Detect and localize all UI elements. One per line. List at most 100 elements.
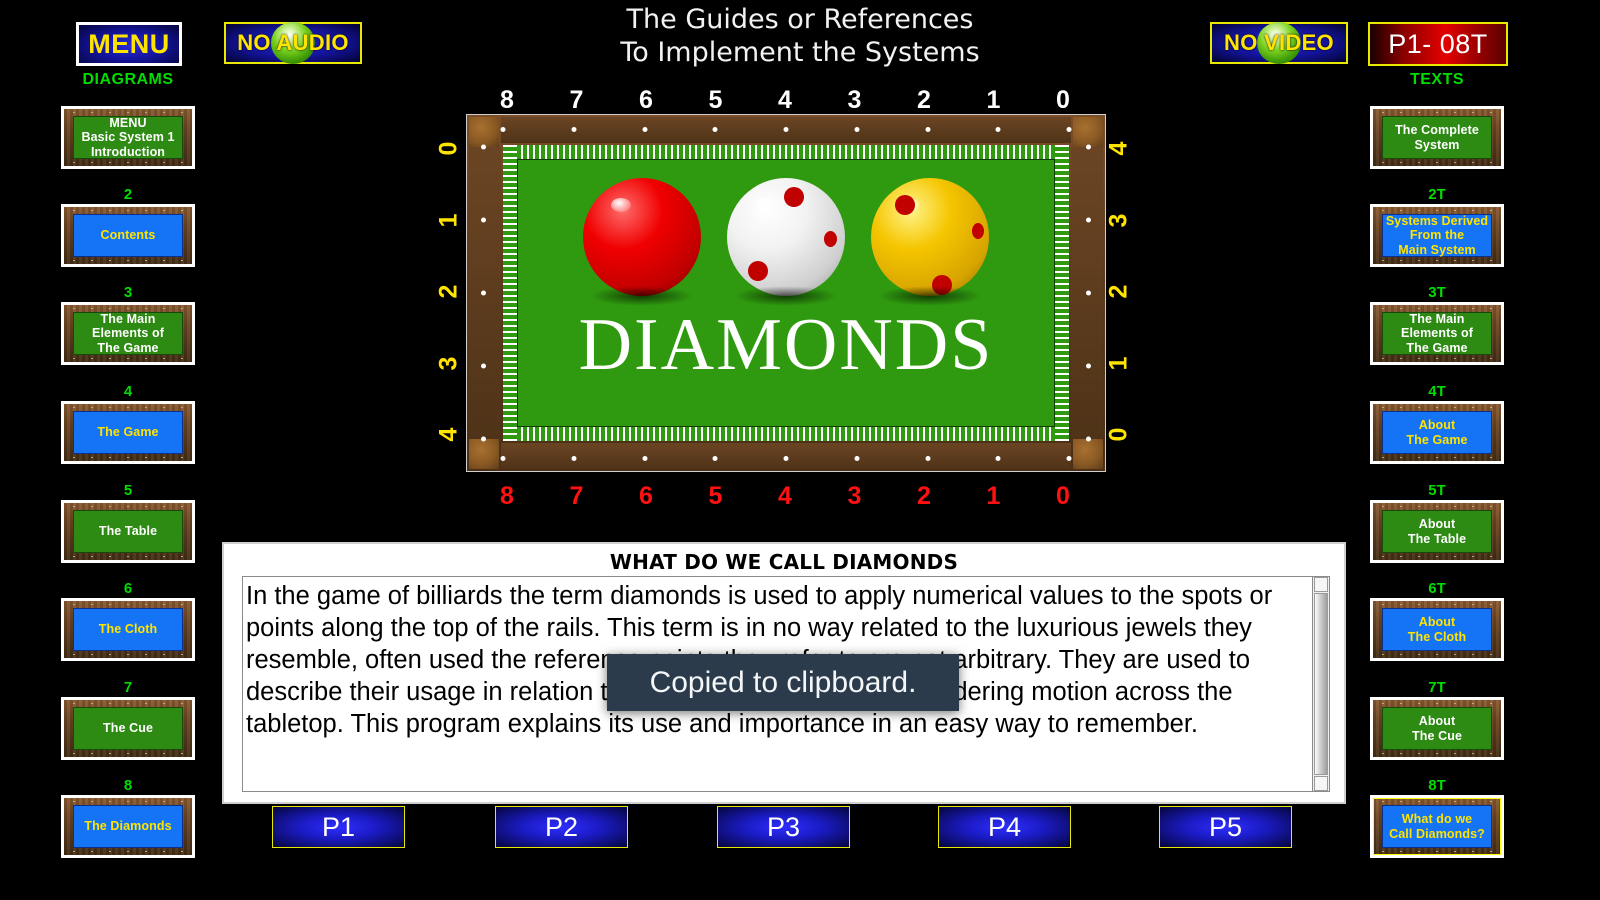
- diagram-sidebar-entry: 7 The Cue: [53, 679, 203, 760]
- diagram-item-the-table[interactable]: The Table: [61, 500, 195, 563]
- no-video-label: NO VIDEO: [1224, 30, 1334, 55]
- text-panel-scrollbar[interactable]: [1312, 577, 1329, 791]
- diamond-number: 1: [1104, 349, 1132, 378]
- diamonds-caption: DIAMONDS: [578, 304, 994, 386]
- text-item-number: 7T: [1428, 679, 1446, 696]
- page-button-p2[interactable]: P2: [495, 806, 628, 848]
- diagram-item-contents[interactable]: Contents: [61, 204, 195, 267]
- text-item-systems-derived-from-the-main-system[interactable]: Systems Derived From the Main System: [1370, 204, 1504, 267]
- diamond-number-label: 3: [434, 356, 463, 370]
- red-ball-highlight: [611, 198, 632, 213]
- menu-button-label: MENU: [88, 28, 170, 59]
- text-item-the-complete-system[interactable]: The Complete System: [1370, 106, 1504, 169]
- diagram-sidebar-entry: 2 Contents: [53, 186, 203, 267]
- diagram-item-the-diamonds[interactable]: The Diamonds: [61, 795, 195, 858]
- text-item-the-main-elements-of-the-game[interactable]: The Main Elements of The Game: [1370, 302, 1504, 365]
- rail-dot: [1066, 456, 1072, 461]
- pocket-top-right: [1073, 117, 1103, 147]
- rail-dot: [571, 456, 577, 461]
- page-button-p5[interactable]: P5: [1159, 806, 1292, 848]
- pocket-bottom-left: [469, 439, 499, 469]
- diagram-item-menu-basic-system-1-introduction[interactable]: MENU Basic System 1 Introduction: [61, 106, 195, 169]
- text-item-number: 8T: [1428, 777, 1446, 794]
- rail-dots-top: [500, 127, 1072, 132]
- diagram-item-label: The Table: [73, 510, 183, 553]
- page-button-p1[interactable]: P1: [272, 806, 405, 848]
- diagram-item-label: MENU Basic System 1 Introduction: [73, 116, 183, 159]
- text-item-about-the-table[interactable]: About The Table: [1370, 500, 1504, 563]
- white-ball-spot: [823, 231, 837, 248]
- text-item-number: 5T: [1428, 482, 1446, 499]
- rail-dot: [481, 290, 486, 296]
- diamond-number: 1: [986, 482, 1001, 510]
- menu-button[interactable]: MENU: [76, 22, 182, 66]
- text-item-number: 4T: [1428, 383, 1446, 400]
- text-item-number: 2T: [1428, 186, 1446, 203]
- diamond-number: 0: [1104, 420, 1132, 449]
- diamond-number: 0: [1056, 86, 1070, 114]
- page-title: The Guides or References To Implement th…: [400, 4, 1200, 70]
- diagram-item-number: 6: [123, 580, 133, 597]
- diagram-item-the-cloth[interactable]: The Cloth: [61, 598, 195, 661]
- rail-dots-left: [481, 144, 486, 442]
- diagram-item-label: Contents: [73, 214, 183, 257]
- diamond-number-label: 4: [1104, 141, 1133, 156]
- yellow-ball-spot: [932, 274, 953, 295]
- no-audio-badge: NO AUDIO: [224, 22, 362, 64]
- text-item-what-do-we-call-diamonds[interactable]: What do we Call Diamonds?: [1370, 795, 1504, 858]
- text-sidebar-entry: 2T Systems Derived From the Main System: [1362, 186, 1512, 267]
- text-item-about-the-cloth[interactable]: About The Cloth: [1370, 598, 1504, 661]
- diagrams-heading: DIAGRAMS: [82, 71, 174, 88]
- diagram-item-label: The Diamonds: [73, 805, 183, 848]
- rail-dot: [1086, 363, 1091, 369]
- text-sidebar-entry: 3T The Main Elements of The Game: [1362, 284, 1512, 365]
- page-indicator-label: P1- 08T: [1388, 28, 1488, 59]
- diamond-number: 7: [569, 86, 584, 114]
- text-sidebar-entry: 5T About The Table: [1362, 482, 1512, 563]
- rail-dot: [1086, 217, 1091, 223]
- rail-dot: [500, 456, 506, 461]
- text-sidebar-entry: 8T What do we Call Diamonds?: [1362, 777, 1512, 858]
- text-item-about-the-game[interactable]: About The Game: [1370, 401, 1504, 464]
- diagram-item-the-game[interactable]: The Game: [61, 401, 195, 464]
- cushion-right: [1055, 145, 1069, 441]
- diagram-item-the-main-elements-of-the-game[interactable]: The Main Elements of The Game: [61, 302, 195, 365]
- text-sidebar-entry: 4T About The Game: [1362, 383, 1512, 464]
- white-ball-icon: [727, 178, 845, 306]
- no-audio-label: NO AUDIO: [237, 30, 349, 55]
- diamond-number-label: 0: [434, 141, 463, 156]
- white-ball-spot: [748, 260, 769, 281]
- pocket-top-left: [469, 117, 499, 147]
- text-sidebar-entry: 6T About The Cloth: [1362, 580, 1512, 661]
- rail-dot: [995, 456, 1001, 461]
- rail-dot: [1066, 127, 1072, 132]
- pocket-bottom-right: [1073, 439, 1103, 469]
- page-button-p4[interactable]: P4: [938, 806, 1071, 848]
- page-button-p3[interactable]: P3: [717, 806, 850, 848]
- diamond-number: 7: [569, 482, 584, 510]
- rail-dot: [712, 127, 718, 132]
- scroll-down-arrow-icon[interactable]: [1314, 776, 1328, 791]
- diamond-number-label: 2: [434, 284, 463, 299]
- rail-dot: [1086, 144, 1091, 150]
- text-sidebar-entry: 7T About The Cue: [1362, 679, 1512, 760]
- scroll-up-arrow-icon[interactable]: [1314, 577, 1328, 592]
- rail-dot: [642, 127, 647, 132]
- diamond-number: 2: [917, 482, 931, 510]
- text-item-label: About The Cloth: [1382, 608, 1492, 651]
- text-item-about-the-cue[interactable]: About The Cue: [1370, 697, 1504, 760]
- diagram-item-number: 8: [123, 777, 133, 794]
- text-item-label: About The Game: [1382, 411, 1492, 454]
- diagram-item-the-cue[interactable]: The Cue: [61, 697, 195, 760]
- page-title-line-1: The Guides or References: [626, 4, 974, 35]
- scrollbar-thumb[interactable]: [1314, 593, 1328, 775]
- diamond-number: 2: [917, 86, 931, 114]
- diagram-item-number: 4: [123, 383, 133, 400]
- diamond-number: 1: [986, 86, 1001, 114]
- rail-dot: [854, 456, 860, 461]
- ball-group: [583, 178, 989, 306]
- rail-dot: [925, 127, 930, 132]
- rail-dot: [481, 436, 486, 442]
- cushion-bottom: [503, 427, 1069, 441]
- rail-dots-right: [1086, 144, 1091, 442]
